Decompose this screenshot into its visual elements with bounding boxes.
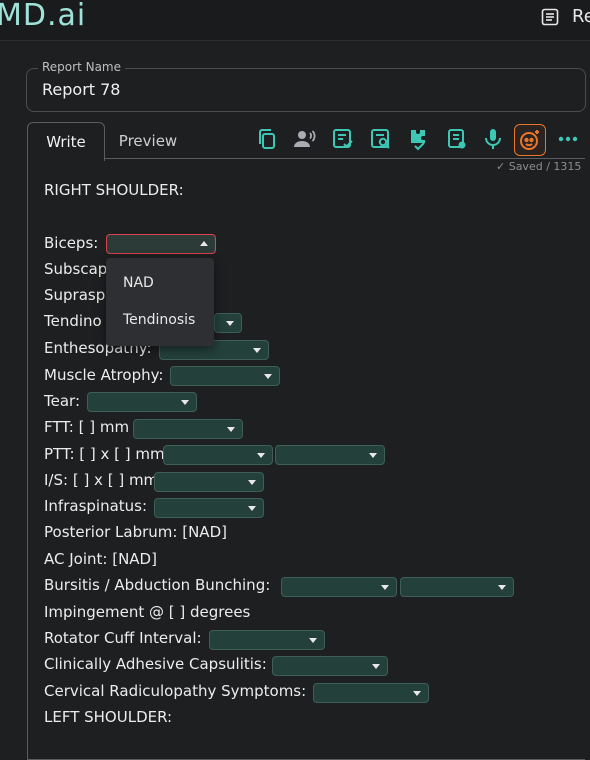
section-heading-right-shoulder: RIGHT SHOULDER: (44, 181, 184, 199)
field-label-ftt: FTT: [ ] mm (44, 418, 130, 436)
copy-icon (259, 129, 275, 149)
tab-write[interactable]: Write (27, 122, 105, 161)
search-document-icon (371, 129, 390, 149)
field-label-tendinosis: Tendino (44, 312, 102, 330)
chevron-up-icon (200, 241, 208, 246)
adhesive-capsulitis-dropdown[interactable] (272, 656, 388, 676)
biceps-dropdown-menu: NAD Tendinosis (106, 258, 214, 346)
report-name-value[interactable]: Report 78 (42, 80, 120, 99)
cervical-radiculopathy-dropdown[interactable] (313, 683, 429, 703)
chevron-down-icon (248, 480, 256, 485)
field-label-rotator-cuff-interval: Rotator Cuff Interval: (44, 629, 202, 647)
field-label-subscapularis: Subscap (44, 260, 108, 278)
chevron-down-icon (413, 691, 421, 696)
chevron-down-icon (227, 427, 235, 432)
chevron-down-icon (181, 400, 189, 405)
document-list-icon[interactable] (541, 8, 559, 26)
document-settings-icon (448, 129, 466, 149)
menu-option-nad[interactable]: NAD (123, 275, 154, 291)
microphone-button[interactable] (478, 124, 508, 154)
tendinosis-dropdown[interactable] (214, 313, 242, 333)
checklist-icon (333, 129, 353, 148)
copy-button[interactable] (252, 124, 282, 154)
section-heading-left-shoulder: LEFT SHOULDER: (44, 708, 173, 726)
ai-assistant-icon (520, 130, 539, 150)
field-label-cervical-radiculopathy: Cervical Radiculopathy Symptoms: (44, 682, 307, 700)
template-check-button[interactable] (404, 124, 434, 154)
infraspinatus-dropdown[interactable] (154, 498, 264, 518)
field-label-tear: Tear: (44, 392, 80, 410)
menu-option-tendinosis[interactable]: Tendinosis (123, 312, 195, 328)
bursitis-dropdown-1[interactable] (281, 577, 397, 597)
search-document-button[interactable] (366, 124, 396, 154)
bursitis-dropdown-2[interactable] (400, 577, 514, 597)
more-icon (558, 136, 578, 142)
field-label-adhesive-capsulitis: Clinically Adhesive Capsulitis: (44, 655, 267, 673)
voice-profile-button[interactable] (290, 124, 320, 154)
field-label-bursitis: Bursitis / Abduction Bunching: (44, 576, 271, 594)
chevron-down-icon (253, 348, 261, 353)
chevron-down-icon (372, 664, 380, 669)
voice-profile-icon (294, 130, 316, 147)
field-label-supraspinatus: Suprasp (44, 286, 106, 304)
ptt-dropdown-2[interactable] (275, 445, 385, 465)
top-bar: MD.ai Re (0, 0, 590, 41)
is-dropdown[interactable] (154, 472, 264, 492)
field-label-is: I/S: [ ] x [ ] mm (44, 471, 159, 489)
tear-dropdown[interactable] (87, 392, 197, 412)
report-name-label: Report Name (38, 60, 125, 74)
field-label-infraspinatus: Infraspinatus: (44, 497, 148, 515)
app-logo: MD.ai (0, 0, 87, 33)
biceps-dropdown[interactable] (106, 234, 216, 254)
tab-preview[interactable]: Preview (108, 122, 188, 160)
field-label-posterior-labrum: Posterior Labrum: [NAD] (44, 523, 227, 541)
chevron-down-icon (498, 585, 506, 590)
field-label-ptt: PTT: [ ] x [ ] mm (44, 445, 165, 463)
chevron-down-icon (264, 374, 272, 379)
puzzle-check-icon (411, 130, 425, 151)
chevron-down-icon (257, 453, 265, 458)
field-label-muscle-atrophy: Muscle Atrophy: (44, 366, 164, 384)
field-label-ac-joint: AC Joint: [NAD] (44, 550, 157, 568)
chevron-down-icon (381, 585, 389, 590)
chevron-down-icon (369, 453, 377, 458)
ptt-dropdown-1[interactable] (163, 445, 273, 465)
rotator-cuff-interval-dropdown[interactable] (209, 630, 325, 650)
field-label-impingement: Impingement @ [ ] degrees (44, 603, 251, 621)
field-label-biceps: Biceps: (44, 234, 99, 252)
chevron-down-icon (226, 321, 234, 326)
muscle-atrophy-dropdown[interactable] (170, 366, 280, 386)
ftt-dropdown[interactable] (133, 419, 243, 439)
checklist-button[interactable] (328, 124, 358, 154)
chevron-down-icon (248, 506, 256, 511)
microphone-icon (485, 129, 501, 149)
chevron-down-icon (309, 638, 317, 643)
document-settings-button[interactable] (442, 124, 472, 154)
ai-assistant-button[interactable] (514, 124, 546, 156)
header-label[interactable]: Re (572, 6, 590, 27)
more-button[interactable] (553, 124, 583, 154)
